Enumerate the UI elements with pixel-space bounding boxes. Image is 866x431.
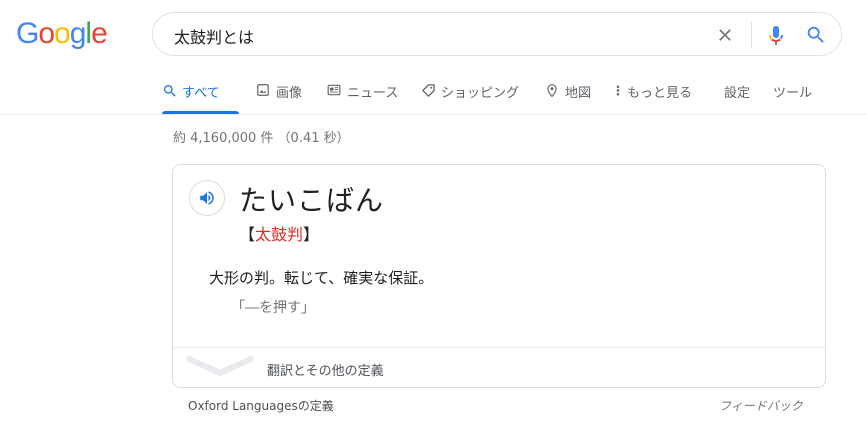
dictionary-card: たいこばん 【太鼓判】 大形の判。転じて、確実な保証。 「―を押す」 翻訳とその… bbox=[172, 164, 826, 388]
tab-label: 地図 bbox=[565, 86, 592, 101]
logo-letter: o bbox=[38, 17, 55, 50]
image-icon bbox=[257, 84, 269, 96]
chevron-down-icon[interactable] bbox=[187, 355, 253, 377]
pronunciation-button[interactable] bbox=[189, 180, 225, 216]
more-definitions-link[interactable]: 翻訳とその他の定義 bbox=[267, 360, 384, 379]
news-icon bbox=[327, 84, 341, 96]
example-text: 「―を押す」 bbox=[231, 300, 315, 316]
tab-label: 設定 bbox=[724, 86, 751, 101]
word-kanji-line: 【太鼓判】 bbox=[239, 221, 319, 245]
tab-label: 画像 bbox=[276, 86, 303, 101]
search-divider bbox=[751, 22, 752, 48]
dictionary-source[interactable]: Oxford Languagesの定義 bbox=[188, 397, 334, 414]
kanji-bracket-open: 【 bbox=[239, 225, 256, 244]
search-icon[interactable] bbox=[805, 24, 827, 46]
tab-label: ツール bbox=[773, 86, 813, 101]
mic-icon[interactable] bbox=[764, 23, 788, 47]
result-stats: 約 4,160,000 件 （0.41 秒） bbox=[173, 131, 350, 146]
header-divider bbox=[0, 114, 866, 115]
map-pin-icon bbox=[547, 84, 557, 98]
logo-letter: o bbox=[54, 17, 71, 50]
tab-label: ショッピング bbox=[441, 86, 520, 101]
logo-letter: G bbox=[16, 17, 39, 50]
logo-letter: e bbox=[91, 17, 108, 50]
kanji-bracket-close: 】 bbox=[303, 225, 320, 244]
card-divider bbox=[173, 347, 825, 348]
search-icon bbox=[164, 85, 176, 97]
word-reading: たいこばん bbox=[239, 184, 385, 217]
tag-icon bbox=[422, 84, 435, 97]
tab-label: もっと見る bbox=[627, 86, 693, 101]
word-kanji: 太鼓判 bbox=[255, 225, 304, 244]
search-input[interactable]: 太鼓判とは bbox=[174, 24, 254, 48]
more-vert-icon bbox=[616, 85, 620, 96]
clear-icon[interactable] bbox=[715, 25, 735, 45]
feedback-link[interactable]: フィードバック bbox=[719, 397, 803, 414]
tab-label: すべて bbox=[182, 86, 220, 101]
google-logo[interactable]: Google bbox=[16, 16, 108, 52]
tab-label: ニュース bbox=[347, 86, 399, 101]
speaker-icon bbox=[200, 191, 214, 205]
search-box[interactable]: 太鼓判とは bbox=[152, 12, 842, 56]
logo-letter: g bbox=[69, 17, 87, 50]
definition-text: 大形の判。転じて、確実な保証。 bbox=[209, 269, 434, 287]
